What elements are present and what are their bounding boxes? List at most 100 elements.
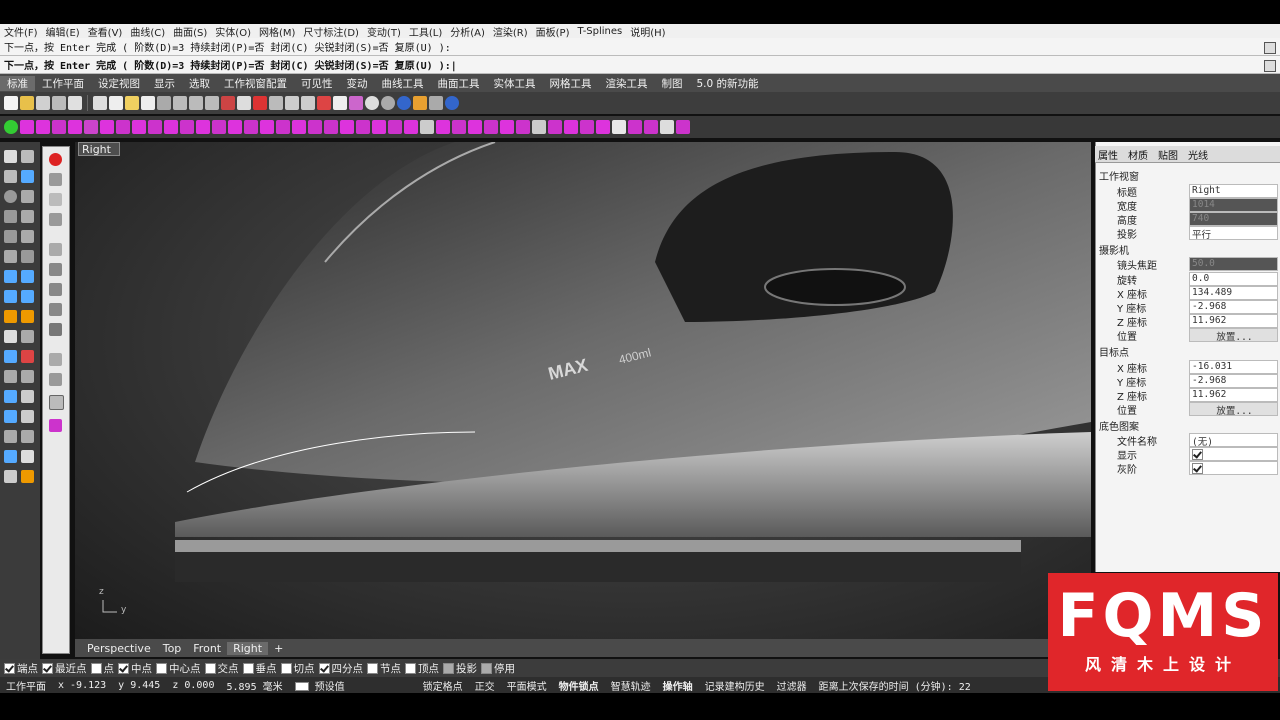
point-icon[interactable] — [21, 150, 34, 163]
prop-tgt-y-field[interactable]: -2.968 — [1189, 374, 1278, 388]
material-sphere-icon[interactable] — [397, 96, 411, 110]
ts-grid-icon[interactable] — [324, 120, 338, 134]
status-cplane[interactable]: 工作平面 — [0, 678, 52, 693]
rotate-view-icon[interactable] — [157, 96, 171, 110]
ts-append-icon[interactable] — [292, 120, 306, 134]
gumball-icon[interactable] — [49, 173, 62, 186]
group-icon[interactable] — [21, 410, 34, 423]
prop-cam-x-field[interactable]: 134.489 — [1189, 286, 1278, 300]
dimension-icon[interactable] — [4, 390, 17, 403]
ts-cone-icon[interactable] — [116, 120, 130, 134]
orient-tool-icon[interactable] — [49, 353, 62, 366]
text-object-icon[interactable] — [21, 330, 34, 343]
menu-mesh[interactable]: 网格(M) — [255, 24, 299, 39]
ts-box-icon[interactable] — [20, 120, 34, 134]
tab-new-in-v5[interactable]: 5.0 的新功能 — [690, 76, 766, 91]
prop-gray-checkbox[interactable] — [1189, 461, 1278, 475]
record-history-icon[interactable] — [49, 153, 62, 166]
menu-curve[interactable]: 曲线(C) — [126, 24, 169, 39]
command-collapse-icon[interactable] — [1264, 60, 1276, 72]
ts-sweep-icon[interactable] — [500, 120, 514, 134]
zoom-window-icon[interactable] — [189, 96, 203, 110]
split-icon[interactable] — [4, 370, 17, 383]
join-icon[interactable] — [21, 370, 34, 383]
lock-icon[interactable] — [317, 96, 331, 110]
osnap-intersection[interactable]: 交点 — [204, 661, 239, 676]
ellipse-icon[interactable] — [4, 210, 17, 223]
analyze-icon[interactable] — [4, 450, 17, 463]
ts-star-icon[interactable] — [644, 120, 658, 134]
ts-unweld-icon[interactable] — [228, 120, 242, 134]
status-history[interactable]: 记录建构历史 — [699, 678, 771, 693]
tab-cplanes[interactable]: 工作平面 — [35, 76, 91, 91]
tab-materials[interactable]: 材质 — [1125, 147, 1151, 162]
menu-panels[interactable]: 面板(P) — [532, 24, 574, 39]
status-osnap[interactable]: 物件锁点 — [553, 678, 605, 693]
ts-cylinder-icon[interactable] — [52, 120, 66, 134]
ts-torus-icon[interactable] — [68, 120, 82, 134]
ts-insert-edge-icon[interactable] — [164, 120, 178, 134]
osnap-point[interactable]: 点 — [90, 661, 114, 676]
ts-quadball-icon[interactable] — [100, 120, 114, 134]
rectangle-icon[interactable] — [21, 210, 34, 223]
osnap-end[interactable]: 端点 — [4, 661, 38, 676]
render-icon[interactable] — [4, 470, 17, 483]
circle-icon[interactable] — [4, 190, 17, 203]
arc-icon[interactable] — [21, 190, 34, 203]
grid-snap-icon[interactable] — [269, 96, 283, 110]
tsplines-toggle-icon[interactable] — [4, 120, 18, 134]
viewport-tab-perspective[interactable]: Perspective — [81, 642, 157, 655]
menu-tsplines[interactable]: T-Splines — [574, 26, 627, 37]
status-grid-snap[interactable]: 锁定格点 — [417, 678, 469, 693]
ts-extrude-icon[interactable] — [148, 120, 162, 134]
freeform-icon[interactable] — [21, 230, 34, 243]
ts-bridge-icon[interactable] — [196, 120, 210, 134]
osnap-vertex[interactable]: 顶点 — [405, 661, 439, 676]
menu-surface[interactable]: 曲面(S) — [169, 24, 211, 39]
extrude-icon[interactable] — [4, 290, 17, 303]
ts-box-mode-icon[interactable] — [404, 120, 418, 134]
color-wheel-icon[interactable] — [349, 96, 363, 110]
ts-check-icon[interactable] — [612, 120, 626, 134]
menu-dimension[interactable]: 尺寸标注(D) — [299, 24, 363, 39]
material-icon[interactable] — [21, 470, 34, 483]
sweep-icon[interactable] — [21, 290, 34, 303]
prop-tgt-x-field[interactable]: -16.031 — [1189, 360, 1278, 374]
prop-filename-field[interactable]: (无) — [1189, 433, 1278, 448]
viewport-tab-right[interactable]: Right — [227, 641, 269, 655]
flow-tool-icon[interactable] — [49, 373, 62, 386]
status-layer[interactable]: 预设值 — [289, 678, 357, 693]
ts-thicken-icon[interactable] — [340, 120, 354, 134]
ts-settings-icon[interactable] — [676, 120, 690, 134]
open-file-icon[interactable] — [20, 96, 34, 110]
status-filter[interactable]: 过滤器 — [771, 678, 813, 693]
menu-file[interactable]: 文件(F) — [0, 24, 42, 39]
status-ortho[interactable]: 正交 — [469, 678, 501, 693]
prop-projection-select[interactable]: 平行 — [1189, 226, 1278, 241]
osnap-center[interactable]: 中心点 — [156, 661, 201, 676]
world-axes-icon[interactable] — [49, 213, 62, 226]
tab-curve-tools[interactable]: 曲线工具 — [375, 76, 431, 91]
tab-standard[interactable]: 标准 — [0, 75, 35, 91]
solid-icon[interactable] — [4, 310, 17, 323]
tab-mesh-tools[interactable]: 网格工具 — [543, 76, 599, 91]
viewport-tab-front[interactable]: Front — [187, 642, 227, 655]
tab-textures[interactable]: 贴图 — [1155, 147, 1181, 162]
zoom-extents-icon[interactable] — [205, 96, 219, 110]
place-target-button[interactable]: 放置... — [1189, 402, 1278, 417]
select-icon[interactable] — [285, 96, 299, 110]
prop-title-field[interactable]: Right — [1189, 184, 1278, 198]
osnap-mid[interactable]: 中点 — [118, 661, 152, 676]
mirror-tool-icon[interactable] — [49, 323, 62, 336]
zoom-icon[interactable] — [173, 96, 187, 110]
ts-manip-icon[interactable] — [132, 120, 146, 134]
ts-display-icon[interactable] — [420, 120, 434, 134]
select-arrow-icon[interactable] — [4, 150, 17, 163]
tab-select[interactable]: 选取 — [182, 76, 217, 91]
menu-edit[interactable]: 编辑(E) — [42, 24, 84, 39]
tab-visibility[interactable]: 可见性 — [294, 76, 340, 91]
prop-tgt-z-field[interactable]: 11.962 — [1189, 388, 1278, 402]
copy-icon[interactable] — [109, 96, 123, 110]
distance-icon[interactable] — [21, 430, 34, 443]
copy-tool-icon[interactable] — [49, 263, 62, 276]
